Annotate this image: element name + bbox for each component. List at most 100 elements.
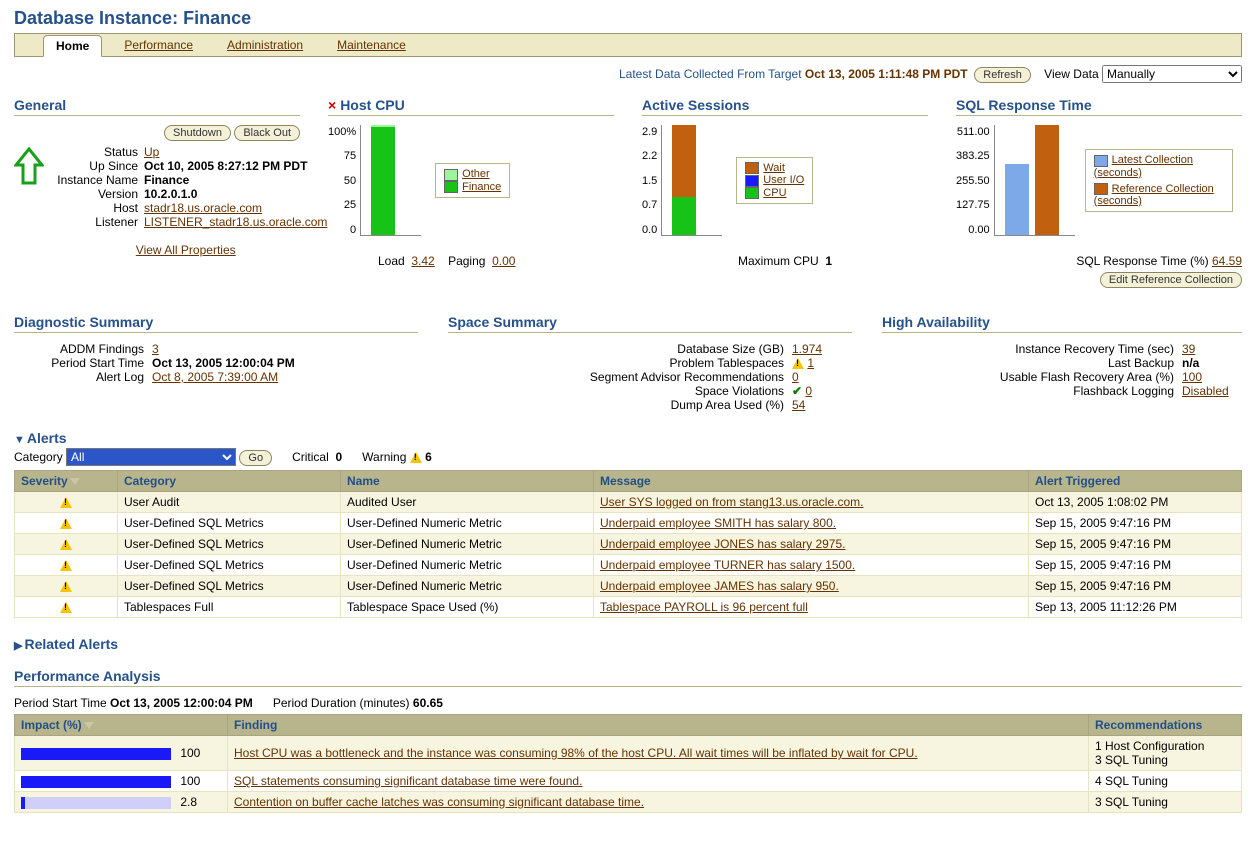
alert-message-link[interactable]: Underpaid employee JAMES has salary 950. [600, 579, 839, 593]
triangle-down-icon: ▼ [14, 434, 25, 446]
alert-name: User-Defined Numeric Metric [341, 534, 594, 555]
edit-reference-button[interactable]: Edit Reference Collection [1100, 272, 1242, 288]
space-violations-link[interactable]: 0 [805, 384, 812, 398]
sql-response-legend: Latest Collection (seconds) Reference Co… [1085, 149, 1233, 211]
alert-name: User-Defined Numeric Metric [341, 576, 594, 597]
warning-icon [60, 518, 72, 529]
col-alert-triggered[interactable]: Alert Triggered [1029, 471, 1242, 492]
refresh-button[interactable]: Refresh [974, 67, 1031, 83]
alerts-disclosure[interactable]: ▼Alerts [14, 430, 1242, 446]
last-backup-value: n/a [1182, 356, 1242, 370]
diagnostic-summary-heading: Diagnostic Summary [14, 314, 418, 330]
col-category[interactable]: Category [118, 471, 341, 492]
alert-triggered: Sep 15, 2005 9:47:16 PM [1029, 576, 1242, 597]
alert-category: User-Defined SQL Metrics [118, 555, 341, 576]
alert-triggered: Sep 13, 2005 11:12:26 PM [1029, 597, 1242, 618]
legend-reference-link[interactable]: Reference Collection (seconds) [1094, 183, 1214, 207]
warning-icon [60, 539, 72, 550]
col-message[interactable]: Message [594, 471, 1029, 492]
warning-icon [792, 358, 804, 369]
view-data-select[interactable]: Manually [1102, 65, 1242, 83]
alert-name: Tablespace Space Used (%) [341, 597, 594, 618]
general-heading: General [14, 97, 300, 113]
finding-link[interactable]: Host CPU was a bottleneck and the instan… [234, 746, 918, 760]
related-alerts-disclosure[interactable]: ▶Related Alerts [14, 636, 1242, 652]
sql-response-pct-link[interactable]: 64.59 [1212, 254, 1242, 268]
legend-latest-link[interactable]: Latest Collection (seconds) [1094, 154, 1193, 178]
triangle-right-icon: ▶ [14, 639, 22, 652]
warning-icon [60, 497, 72, 508]
alert-message-link[interactable]: User SYS logged on from stang13.us.oracl… [600, 495, 863, 509]
instance-recovery-link[interactable]: 39 [1182, 342, 1195, 356]
table-row: User-Defined SQL MetricsUser-Defined Num… [15, 534, 1242, 555]
alerts-go-button[interactable]: Go [239, 450, 272, 466]
col-impact[interactable]: Impact (%) [15, 715, 228, 736]
table-row: Tablespaces FullTablespace Space Used (%… [15, 597, 1242, 618]
finding-link[interactable]: SQL statements consuming significant dat… [234, 774, 582, 788]
legend-other-link[interactable]: Other [462, 168, 490, 180]
recommendations-cell: 3 SQL Tuning [1089, 792, 1242, 813]
alert-log-link[interactable]: Oct 8, 2005 7:39:00 AM [152, 370, 278, 384]
host-cpu-axis: 100%7550250 [328, 126, 360, 236]
space-summary-heading: Space Summary [448, 314, 852, 330]
max-cpu-value: 1 [825, 254, 832, 268]
host-cpu-heading: ×Host CPU [328, 97, 614, 113]
flash-recovery-link[interactable]: 100 [1182, 370, 1202, 384]
col-severity[interactable]: Severity [15, 471, 118, 492]
col-name[interactable]: Name [341, 471, 594, 492]
addm-findings-link[interactable]: 3 [152, 342, 159, 356]
alert-category: User-Defined SQL Metrics [118, 513, 341, 534]
alert-message-link[interactable]: Underpaid employee JONES has salary 2975… [600, 537, 845, 551]
active-sessions-legend: Wait User I/O CPU [736, 157, 813, 203]
recommendations-cell: 4 SQL Tuning [1089, 771, 1242, 792]
alert-triggered: Oct 13, 2005 1:08:02 PM [1029, 492, 1242, 513]
latest-data-label: Latest Data Collected From Target [619, 67, 802, 81]
flashback-logging-link[interactable]: Disabled [1182, 384, 1229, 398]
paging-link[interactable]: 0.00 [492, 254, 515, 268]
warning-icon [60, 602, 72, 613]
tab-performance[interactable]: Performance [112, 35, 205, 57]
problem-ts-link[interactable]: 1 [807, 356, 814, 370]
sql-response-heading: SQL Response Time [956, 97, 1242, 113]
sort-desc-icon [70, 478, 80, 485]
db-size-link[interactable]: 1.974 [792, 342, 822, 356]
warning-count: 6 [425, 450, 432, 464]
alert-category: User-Defined SQL Metrics [118, 534, 341, 555]
alert-category: User Audit [118, 492, 341, 513]
finding-link[interactable]: Contention on buffer cache latches was c… [234, 795, 644, 809]
alert-category: User-Defined SQL Metrics [118, 576, 341, 597]
status-link[interactable]: Up [144, 145, 159, 159]
up-since-value: Oct 10, 2005 8:27:12 PM PDT [144, 159, 327, 173]
segment-advisor-link[interactable]: 0 [792, 370, 799, 384]
tab-home[interactable]: Home [43, 35, 102, 57]
blackout-button[interactable]: Black Out [234, 125, 300, 141]
table-row: User AuditAudited UserUser SYS logged on… [15, 492, 1242, 513]
impact-cell: 100 [15, 736, 228, 771]
sort-desc-icon [84, 722, 94, 729]
col-finding[interactable]: Finding [228, 715, 1089, 736]
load-link[interactable]: 3.42 [411, 254, 434, 268]
table-row: 100SQL statements consuming significant … [15, 771, 1242, 792]
alert-message-link[interactable]: Tablespace PAYROLL is 96 percent full [600, 600, 808, 614]
alert-message-link[interactable]: Underpaid employee TURNER has salary 150… [600, 558, 855, 572]
table-row: 100 Host CPU was a bottleneck and the ins… [15, 736, 1242, 771]
alerts-category-select[interactable]: All [66, 448, 236, 466]
table-row: User-Defined SQL MetricsUser-Defined Num… [15, 555, 1242, 576]
view-data-label: View Data [1044, 67, 1098, 81]
tab-maintenance[interactable]: Maintenance [325, 35, 418, 57]
perf-duration-value: 60.65 [413, 696, 443, 710]
view-all-properties-link[interactable]: View All Properties [136, 243, 236, 257]
col-recommendations[interactable]: Recommendations [1089, 715, 1242, 736]
legend-userio-link[interactable]: User I/O [763, 174, 804, 186]
legend-cpu-link[interactable]: CPU [763, 187, 786, 199]
legend-wait-link[interactable]: Wait [763, 162, 785, 174]
sql-response-chart [994, 125, 1075, 236]
dump-area-link[interactable]: 54 [792, 398, 805, 412]
tab-administration[interactable]: Administration [215, 35, 315, 57]
alert-name: User-Defined Numeric Metric [341, 513, 594, 534]
host-link[interactable]: stadr18.us.oracle.com [144, 201, 262, 215]
legend-finance-link[interactable]: Finance [462, 181, 501, 193]
shutdown-button[interactable]: Shutdown [164, 125, 231, 141]
alert-message-link[interactable]: Underpaid employee SMITH has salary 800. [600, 516, 836, 530]
listener-link[interactable]: LISTENER_stadr18.us.oracle.com [144, 215, 327, 229]
